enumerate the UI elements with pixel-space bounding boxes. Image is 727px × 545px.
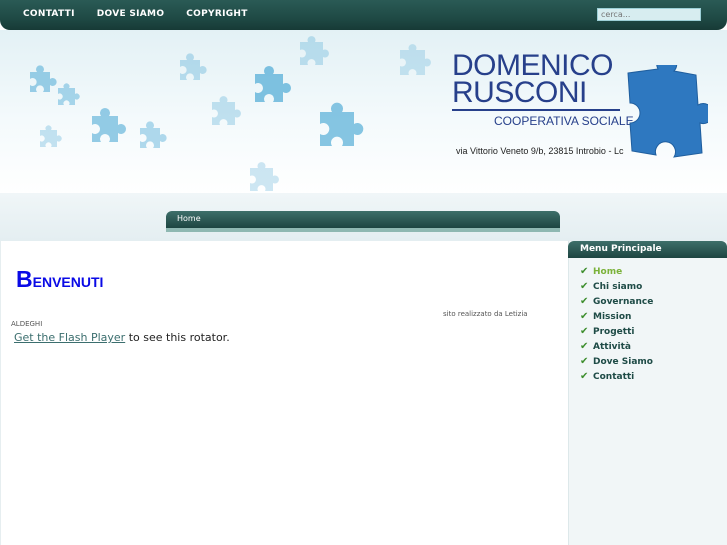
logo-divider bbox=[452, 109, 620, 111]
puzzle-pieces-decoration bbox=[30, 36, 431, 191]
menu-item-progetti: ✔ Progetti bbox=[580, 324, 653, 339]
menu-link-chi-siamo[interactable]: Chi siamo bbox=[593, 282, 642, 292]
title-initial: B bbox=[16, 266, 33, 292]
main-menu: ✔ Home ✔ Chi siamo ✔ Governance ✔ Mission ✔ P… bbox=[580, 264, 653, 384]
flash-notice-text: to see this rotator. bbox=[125, 331, 230, 344]
menu-link-home[interactable]: Home bbox=[593, 267, 622, 277]
nav-dove-siamo[interactable]: DOVE SIAMO bbox=[97, 9, 165, 19]
check-icon: ✔ bbox=[580, 356, 589, 367]
check-icon: ✔ bbox=[580, 296, 589, 307]
top-bar: CONTATTI DOVE SIAMO COPYRIGHT bbox=[0, 0, 727, 30]
sidebar-heading: Menu Principale bbox=[568, 241, 727, 258]
menu-link-dove-siamo[interactable]: Dove Siamo bbox=[593, 357, 653, 367]
check-icon: ✔ bbox=[580, 341, 589, 352]
menu-link-contatti[interactable]: Contatti bbox=[593, 372, 634, 382]
menu-item-home: ✔ Home bbox=[580, 264, 653, 279]
puzzle-piece-icon bbox=[627, 65, 708, 158]
site-credit: sito realizzato da Letizia bbox=[443, 310, 528, 318]
menu-link-attivita[interactable]: Attività bbox=[593, 342, 631, 352]
search-input[interactable] bbox=[597, 8, 701, 21]
check-icon: ✔ bbox=[580, 281, 589, 292]
flash-notice: Get the Flash Player to see this rotator… bbox=[14, 331, 230, 344]
menu-item-governance: ✔ Governance bbox=[580, 294, 653, 309]
site-credit-surname: ALDEGHI bbox=[11, 320, 43, 328]
logo-line-2: RUSCONI bbox=[452, 76, 587, 109]
check-icon: ✔ bbox=[580, 326, 589, 337]
header-banner: DOMENICO RUSCONI COOPERATIVA SOCIALE via… bbox=[0, 30, 727, 195]
page-title: BENVENUTI bbox=[16, 266, 103, 293]
nav-contatti[interactable]: CONTATTI bbox=[23, 9, 75, 19]
menu-link-progetti[interactable]: Progetti bbox=[593, 327, 634, 337]
top-navigation: CONTATTI DOVE SIAMO COPYRIGHT bbox=[23, 9, 248, 19]
menu-link-mission[interactable]: Mission bbox=[593, 312, 631, 322]
check-icon: ✔ bbox=[580, 371, 589, 382]
logo-tagline: COOPERATIVA SOCIALE bbox=[494, 114, 634, 128]
menu-item-chi-siamo: ✔ Chi siamo bbox=[580, 279, 653, 294]
menu-link-governance[interactable]: Governance bbox=[593, 297, 653, 307]
address-text: via Vittorio Veneto 9/b, 23815 Introbio … bbox=[456, 146, 624, 156]
breadcrumb: Home bbox=[166, 211, 560, 228]
check-icon: ✔ bbox=[580, 266, 589, 277]
menu-item-mission: ✔ Mission bbox=[580, 309, 653, 324]
menu-item-dove-siamo: ✔ Dove Siamo bbox=[580, 354, 653, 369]
breadcrumb-home[interactable]: Home bbox=[177, 214, 201, 223]
flash-player-link[interactable]: Get the Flash Player bbox=[14, 331, 125, 344]
sidebar-heading-label: Menu Principale bbox=[580, 244, 662, 254]
menu-item-contatti: ✔ Contatti bbox=[580, 369, 653, 384]
menu-item-attivita: ✔ Attività bbox=[580, 339, 653, 354]
title-rest: ENVENUTI bbox=[32, 274, 104, 290]
check-icon: ✔ bbox=[580, 311, 589, 322]
nav-copyright[interactable]: COPYRIGHT bbox=[186, 9, 247, 19]
